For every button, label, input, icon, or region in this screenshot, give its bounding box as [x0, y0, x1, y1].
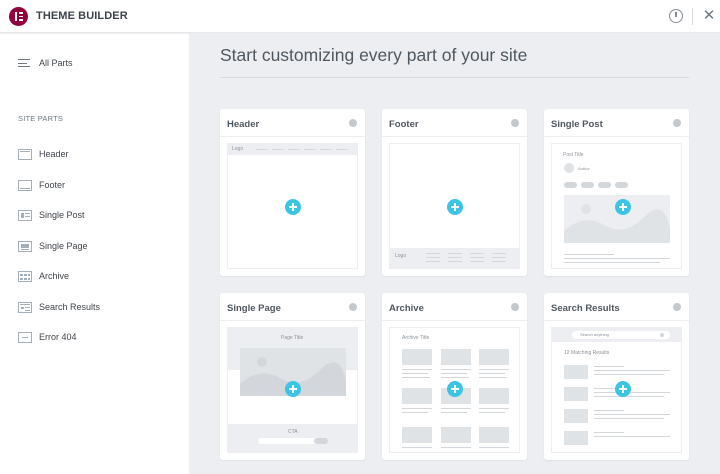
divider: [220, 136, 365, 137]
sidebar-item-label: Error 404: [39, 332, 77, 342]
all-parts-label: All Parts: [39, 58, 73, 68]
preview-page-title: Page Title: [281, 335, 304, 341]
page-title: Start customizing every part of your sit…: [220, 45, 528, 65]
card-header[interactable]: Header Logo: [220, 109, 365, 276]
elementor-logo-icon: [9, 7, 28, 26]
divider: [220, 320, 365, 321]
divider: [382, 136, 527, 137]
sidebar-item-label: Archive: [39, 271, 70, 281]
divider: [692, 8, 693, 25]
info-icon[interactable]: [349, 303, 357, 311]
divider: [544, 320, 689, 321]
sidebar-item-single-page[interactable]: Single Page: [18, 239, 88, 253]
add-icon[interactable]: [285, 199, 301, 215]
card-title: Header: [227, 119, 260, 130]
preview-archive-title: Archive Title: [402, 335, 430, 341]
app-title: THEME BUILDER: [36, 10, 128, 22]
archive-preview: Archive Title: [389, 327, 520, 453]
single-page-preview: Page Title CTA: [227, 327, 358, 453]
add-icon[interactable]: [615, 199, 631, 215]
info-icon[interactable]: [673, 119, 681, 127]
divider: [220, 77, 689, 78]
sidebar: All Parts SITE PARTS Header Footer Singl…: [0, 34, 189, 474]
sidebar-item-label: Search Results: [39, 302, 101, 312]
sidebar-item-label: Single Page: [39, 241, 88, 251]
card-single-post[interactable]: Single Post Post Title Author: [544, 109, 689, 276]
error-404-icon: [18, 331, 32, 343]
preview-cta: CTA: [288, 429, 298, 435]
sidebar-item-label: Single Post: [39, 210, 85, 220]
footer-preview: Logo: [389, 143, 520, 269]
divider: [382, 320, 527, 321]
search-results-preview: Search anything 12 Matching Results: [551, 327, 682, 453]
top-bar: THEME BUILDER ✕: [0, 0, 720, 33]
card-title: Search Results: [551, 303, 620, 314]
menu-icon: [18, 59, 30, 67]
preview-logo-text: Logo: [232, 146, 244, 152]
close-icon[interactable]: ✕: [700, 6, 718, 24]
info-icon[interactable]: [511, 119, 519, 127]
sidebar-item-search-results[interactable]: Search Results: [18, 300, 100, 314]
site-parts-heading: SITE PARTS: [18, 114, 64, 123]
single-post-icon: [18, 209, 32, 221]
card-single-page[interactable]: Single Page Page Title CTA: [220, 293, 365, 460]
info-icon[interactable]: [511, 303, 519, 311]
preview-matching-results: 12 Matching Results: [564, 350, 610, 356]
sidebar-item-label: Footer: [39, 180, 66, 190]
sidebar-item-error-404[interactable]: Error 404: [18, 330, 77, 344]
preview-logo-text: Logo: [395, 253, 407, 259]
preview-author: Author: [578, 166, 590, 171]
add-icon[interactable]: [447, 199, 463, 215]
sidebar-item-footer[interactable]: Footer: [18, 178, 65, 192]
add-icon[interactable]: [447, 381, 463, 397]
footer-icon: [18, 179, 32, 191]
header-icon: [18, 148, 32, 160]
single-post-preview: Post Title Author: [551, 143, 682, 269]
sidebar-item-header[interactable]: Header: [18, 147, 69, 161]
preview-search-placeholder: Search anything: [580, 332, 609, 337]
info-icon[interactable]: [673, 303, 681, 311]
add-icon[interactable]: [285, 381, 301, 397]
archive-icon: [18, 270, 32, 282]
all-parts-link[interactable]: All Parts: [18, 56, 73, 70]
add-icon[interactable]: [615, 381, 631, 397]
info-icon[interactable]: [349, 119, 357, 127]
card-search-results[interactable]: Search Results Search anything 12 Matchi…: [544, 293, 689, 460]
card-footer[interactable]: Footer Logo: [382, 109, 527, 276]
card-title: Single Post: [551, 119, 603, 130]
card-title: Archive: [389, 303, 424, 314]
header-preview: Logo: [227, 143, 358, 269]
search-results-icon: [18, 301, 32, 313]
sidebar-item-label: Header: [39, 149, 69, 159]
sidebar-item-archive[interactable]: Archive: [18, 269, 69, 283]
info-icon[interactable]: [669, 9, 683, 23]
card-archive[interactable]: Archive Archive Title: [382, 293, 527, 460]
card-title: Footer: [389, 119, 419, 130]
preview-post-title: Post Title: [563, 152, 584, 158]
divider: [544, 136, 689, 137]
card-title: Single Page: [227, 303, 281, 314]
single-page-icon: [18, 240, 32, 252]
sidebar-item-single-post[interactable]: Single Post: [18, 208, 85, 222]
